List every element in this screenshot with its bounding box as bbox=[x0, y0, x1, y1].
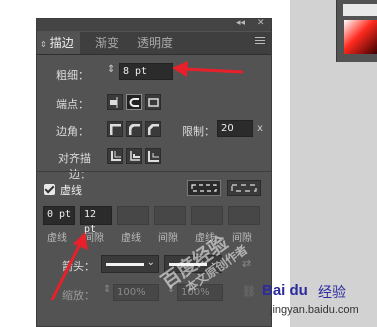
brand-watermark: Bai du 经验 jingyan.baidu.com bbox=[262, 282, 372, 326]
brand-url: jingyan.baidu.com bbox=[270, 304, 359, 316]
baidu-logo: Bai du bbox=[262, 282, 308, 299]
brand-text: 经验 bbox=[318, 285, 346, 301]
